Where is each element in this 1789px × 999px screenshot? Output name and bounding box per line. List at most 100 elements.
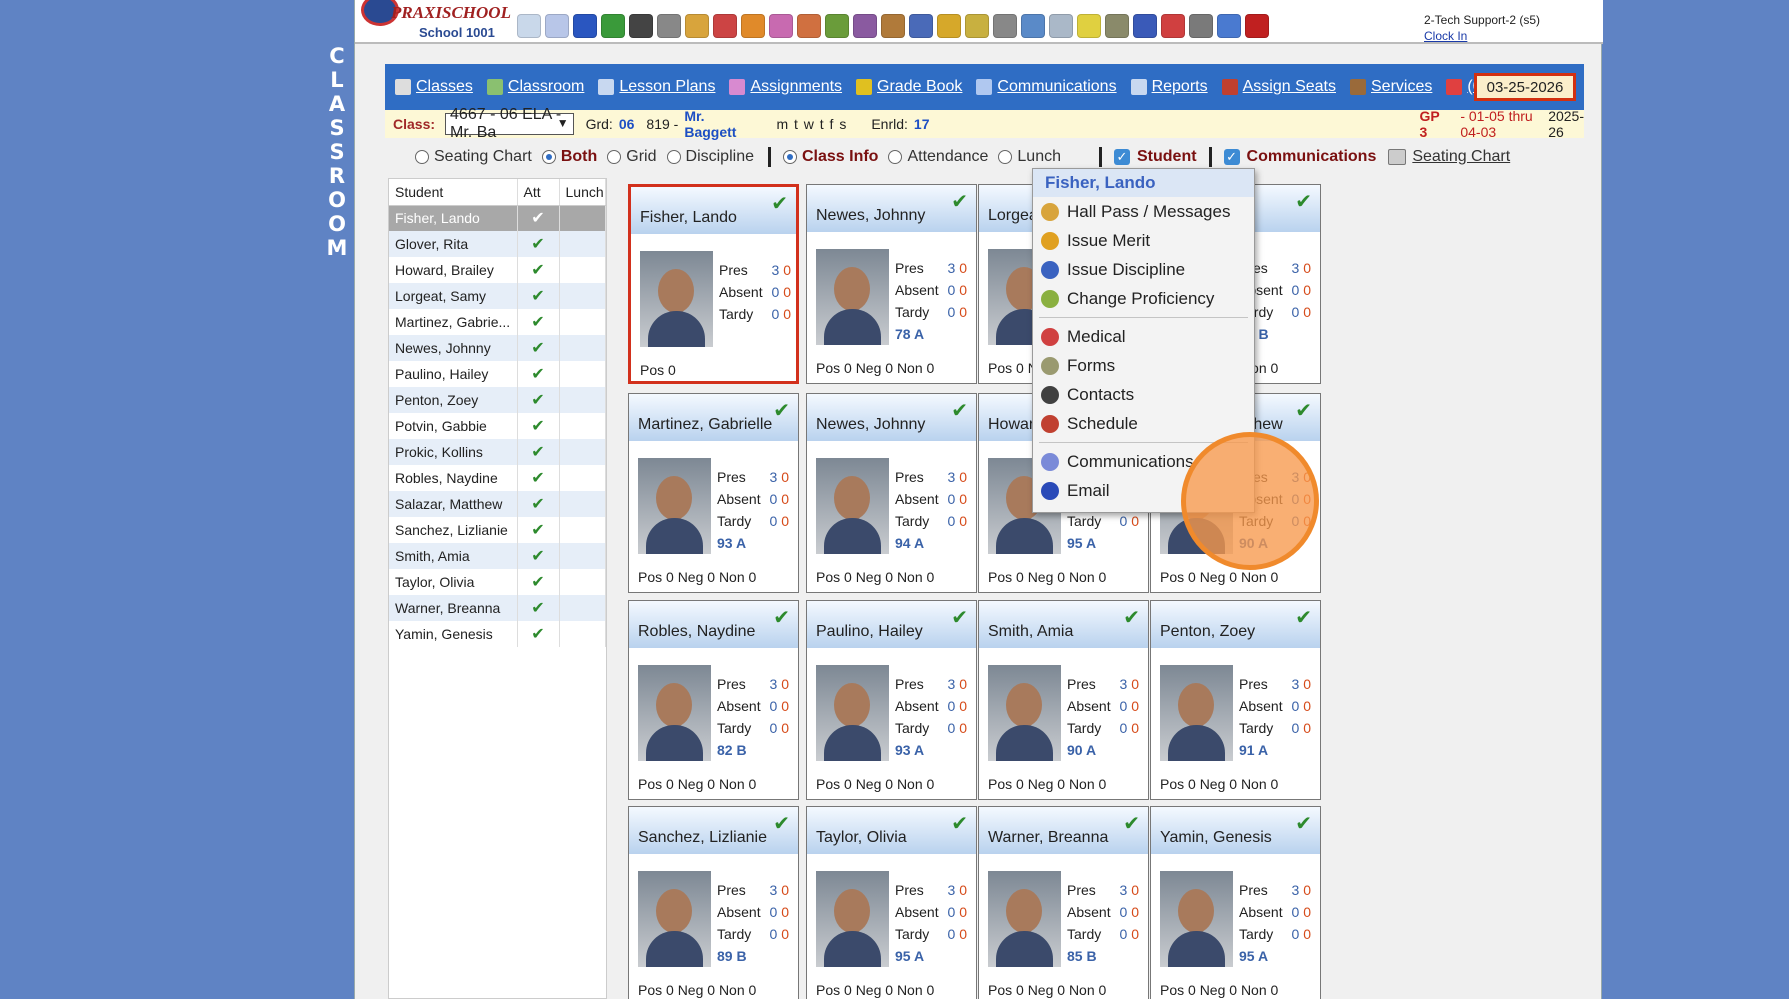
student-row[interactable]: Robles, Naydine ✔ bbox=[389, 465, 606, 491]
radio-seating-chart[interactable]: Seating Chart bbox=[415, 148, 532, 166]
attendance-check-icon[interactable]: ✔ bbox=[517, 595, 560, 621]
student-name[interactable]: Warner, Breanna bbox=[389, 595, 518, 621]
toolbar-tool-icon[interactable] bbox=[1133, 14, 1157, 38]
attendance-check-icon[interactable]: ✔ bbox=[517, 387, 560, 413]
student-card[interactable]: Smith, Amia ✔ Pres 3 0 Absent 0 0 Tardy 0 0 90 A… bbox=[978, 600, 1149, 800]
toolbar-tool-icon[interactable] bbox=[657, 14, 681, 38]
student-row[interactable]: Smith, Amia ✔ bbox=[389, 543, 606, 569]
lunch-cell[interactable] bbox=[559, 335, 606, 361]
nav-grade-book[interactable]: Grade Book bbox=[856, 78, 962, 96]
toolbar-tool-icon[interactable] bbox=[937, 14, 961, 38]
student-row[interactable]: Newes, Johnny ✔ bbox=[389, 335, 606, 361]
nav-assignments[interactable]: Assignments bbox=[729, 78, 842, 96]
student-row[interactable]: Warner, Breanna ✔ bbox=[389, 595, 606, 621]
toolbar-tool-icon[interactable] bbox=[909, 14, 933, 38]
toolbar-tool-icon[interactable] bbox=[797, 14, 821, 38]
nav-communications[interactable]: Communications bbox=[976, 78, 1117, 96]
attendance-check-icon[interactable]: ✔ bbox=[517, 439, 560, 465]
student-card[interactable]: Sanchez, Lizlianie ✔ Pres 3 0 Absent 0 0 Tardy… bbox=[628, 806, 799, 999]
student-card[interactable]: Newes, Johnny ✔ Pres 3 0 Absent 0 0 Tardy 0 0 78… bbox=[806, 184, 977, 384]
student-name[interactable]: Howard, Brailey bbox=[389, 257, 518, 283]
student-row[interactable]: Sanchez, Lizlianie ✔ bbox=[389, 517, 606, 543]
attendance-check-icon[interactable]: ✔ bbox=[517, 543, 560, 569]
header-student[interactable]: Student bbox=[389, 179, 518, 206]
student-row[interactable]: Yamin, Genesis ✔ bbox=[389, 621, 606, 647]
lunch-cell[interactable] bbox=[559, 543, 606, 569]
student-card[interactable]: Penton, Zoey ✔ Pres 3 0 Absent 0 0 Tardy 0 0 91 … bbox=[1150, 600, 1321, 800]
student-card-header[interactable]: Newes, Johnny ✔ bbox=[807, 185, 976, 232]
menu-item-schedule[interactable]: Schedule bbox=[1033, 409, 1254, 438]
attendance-check-icon[interactable]: ✔ bbox=[517, 231, 560, 257]
student-card[interactable]: Warner, Breanna ✔ Pres 3 0 Absent 0 0 Tardy 0 0… bbox=[978, 806, 1149, 999]
student-card-header[interactable]: Warner, Breanna ✔ bbox=[979, 807, 1148, 854]
nav-classroom[interactable]: Classroom bbox=[486, 78, 584, 96]
attendance-check-icon[interactable]: ✔ bbox=[517, 517, 560, 543]
radio-attendance[interactable]: Attendance bbox=[888, 148, 988, 166]
toolbar-tool-icon[interactable] bbox=[517, 14, 541, 38]
toolbar-tool-icon[interactable] bbox=[741, 14, 765, 38]
lunch-cell[interactable] bbox=[559, 387, 606, 413]
student-card-header[interactable]: Paulino, Hailey ✔ bbox=[807, 601, 976, 648]
radio-grid[interactable]: Grid bbox=[607, 148, 657, 166]
menu-item-medical[interactable]: Medical bbox=[1033, 322, 1254, 351]
student-card-header[interactable]: Newes, Johnny ✔ bbox=[807, 394, 976, 441]
toolbar-tool-icon[interactable] bbox=[601, 14, 625, 38]
student-card-header[interactable]: Sanchez, Lizlianie ✔ bbox=[629, 807, 798, 854]
toolbar-tool-icon[interactable] bbox=[573, 14, 597, 38]
student-name[interactable]: Lorgeat, Samy bbox=[389, 283, 518, 309]
student-row[interactable]: Paulino, Hailey ✔ bbox=[389, 361, 606, 387]
student-name[interactable]: Fisher, Lando bbox=[389, 205, 518, 231]
nav-assign-seats[interactable]: Assign Seats bbox=[1221, 78, 1336, 96]
nav-classes[interactable]: Classes bbox=[395, 78, 473, 96]
toolbar-tool-icon[interactable] bbox=[965, 14, 989, 38]
lunch-cell[interactable] bbox=[559, 309, 606, 335]
toolbar-tool-icon[interactable] bbox=[1049, 14, 1073, 38]
student-name[interactable]: Newes, Johnny bbox=[389, 335, 518, 361]
lunch-cell[interactable] bbox=[559, 465, 606, 491]
attendance-check-icon[interactable]: ✔ bbox=[517, 361, 560, 387]
menu-item-contacts[interactable]: Contacts bbox=[1033, 380, 1254, 409]
lunch-cell[interactable] bbox=[559, 257, 606, 283]
toolbar-tool-icon[interactable] bbox=[825, 14, 849, 38]
attendance-check-icon[interactable]: ✔ bbox=[517, 335, 560, 361]
student-row[interactable]: Prokic, Kollins ✔ bbox=[389, 439, 606, 465]
toolbar-tool-icon[interactable] bbox=[1077, 14, 1101, 38]
student-card[interactable]: Newes, Johnny ✔ Pres 3 0 Absent 0 0 Tardy 0 0 94… bbox=[806, 393, 977, 593]
clock-in-link[interactable]: Clock In bbox=[1424, 28, 1540, 44]
toolbar-tool-icon[interactable] bbox=[629, 14, 653, 38]
menu-item-change-proficiency[interactable]: Change Proficiency bbox=[1033, 284, 1254, 313]
class-select[interactable]: 4667 - 06 ELA - Mr. Ba ▼ bbox=[445, 106, 574, 141]
student-card[interactable]: Yamin, Genesis ✔ Pres 3 0 Absent 0 0 Tardy 0 0 9… bbox=[1150, 806, 1321, 999]
date-display[interactable]: 03-25-2026 bbox=[1474, 73, 1576, 101]
menu-item-issue-merit[interactable]: Issue Merit bbox=[1033, 226, 1254, 255]
student-card-header[interactable]: Penton, Zoey ✔ bbox=[1151, 601, 1320, 648]
lunch-cell[interactable] bbox=[559, 621, 606, 647]
lunch-cell[interactable] bbox=[559, 569, 606, 595]
radio-lunch[interactable]: Lunch bbox=[998, 148, 1061, 166]
student-row[interactable]: Potvin, Gabbie ✔ bbox=[389, 413, 606, 439]
toolbar-tool-icon[interactable] bbox=[685, 14, 709, 38]
nav-lesson-plans[interactable]: Lesson Plans bbox=[598, 78, 715, 96]
attendance-check-icon[interactable]: ✔ bbox=[517, 621, 560, 647]
toolbar-tool-icon[interactable] bbox=[1021, 14, 1045, 38]
attendance-check-icon[interactable]: ✔ bbox=[517, 283, 560, 309]
toolbar-tool-icon[interactable] bbox=[769, 14, 793, 38]
toolbar-tool-icon[interactable] bbox=[1245, 14, 1269, 38]
lunch-cell[interactable] bbox=[559, 231, 606, 257]
student-name[interactable]: Yamin, Genesis bbox=[389, 621, 518, 647]
attendance-check-icon[interactable]: ✔ bbox=[517, 257, 560, 283]
student-card-header[interactable]: Fisher, Lando ✔ bbox=[631, 187, 796, 234]
toolbar-tool-icon[interactable] bbox=[545, 14, 569, 38]
header-lunch[interactable]: Lunch bbox=[559, 179, 606, 206]
seating-chart-print-link[interactable]: Seating Chart bbox=[1388, 148, 1510, 166]
lunch-cell[interactable] bbox=[559, 491, 606, 517]
attendance-check-icon[interactable]: ✔ bbox=[517, 491, 560, 517]
attendance-check-icon[interactable]: ✔ bbox=[517, 465, 560, 491]
student-name[interactable]: Robles, Naydine bbox=[389, 465, 518, 491]
radio-class-info[interactable]: Class Info bbox=[782, 148, 878, 166]
radio-both[interactable]: Both bbox=[541, 148, 597, 166]
student-checkbox[interactable]: ✓ Student bbox=[1114, 148, 1197, 166]
student-card[interactable]: Martinez, Gabrielle ✔ Pres 3 0 Absent 0 0 Tard… bbox=[628, 393, 799, 593]
student-name[interactable]: Smith, Amia bbox=[389, 543, 518, 569]
lunch-cell[interactable] bbox=[559, 595, 606, 621]
